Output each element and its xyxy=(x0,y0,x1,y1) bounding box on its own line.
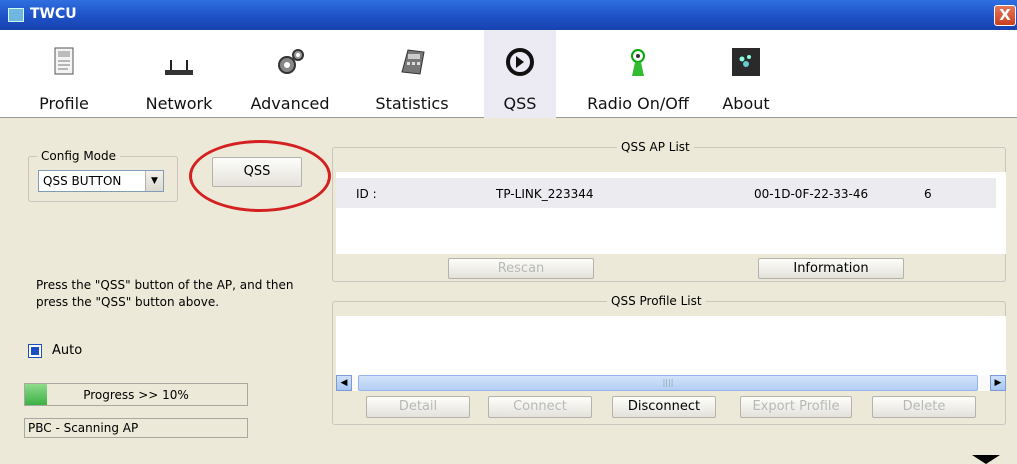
close-button[interactable]: X xyxy=(994,5,1016,26)
disconnect-button[interactable]: Disconnect xyxy=(612,396,716,418)
information-button[interactable]: Information xyxy=(758,258,904,279)
tab-network[interactable]: Network xyxy=(134,30,224,118)
ap-bssid: 00-1D-0F-22-33-46 xyxy=(754,187,869,201)
tab-label-network: Network xyxy=(145,94,213,113)
progress-bar: Progress >> 10% xyxy=(24,383,248,406)
instruction-text: Press the "QSS" button of the AP, and th… xyxy=(36,278,294,309)
tab-qss[interactable]: QSS xyxy=(484,30,556,118)
title-bar: TWCU X xyxy=(0,0,1017,30)
advanced-icon xyxy=(278,49,304,74)
highlight-circle xyxy=(189,140,331,212)
tab-label-profile: Profile xyxy=(39,94,89,113)
chevron-down-icon[interactable]: ▼ xyxy=(145,171,163,191)
ap-ssid: TP-LINK_223344 xyxy=(496,187,594,201)
about-icon xyxy=(732,48,760,76)
profile-icon xyxy=(54,47,74,75)
tab-statistics[interactable]: Statistics xyxy=(360,30,464,118)
config-mode-value: QSS BUTTON xyxy=(43,174,122,188)
ap-id-label: ID : xyxy=(356,187,377,201)
table-row[interactable]: ID : TP-LINK_223344 00-1D-0F-22-33-46 6 xyxy=(336,178,996,208)
toolbar: Profile Network Advanced Statistics QSS xyxy=(0,30,1017,118)
radio-icon xyxy=(631,49,645,76)
auto-checkbox[interactable] xyxy=(28,344,42,358)
scroll-right-icon[interactable]: ▶ xyxy=(990,375,1006,391)
tab-label-about: About xyxy=(722,94,770,113)
scroll-thumb[interactable]: |||| xyxy=(358,375,978,391)
tab-advanced[interactable]: Advanced xyxy=(238,30,342,118)
detail-button[interactable]: Detail xyxy=(366,396,470,418)
config-mode-legend: Config Mode xyxy=(37,149,121,163)
export-profile-button[interactable]: Export Profile xyxy=(740,396,852,418)
rescan-button[interactable]: Rescan xyxy=(448,258,594,279)
scroll-left-icon[interactable]: ◀ xyxy=(336,375,352,391)
ap-channel: 6 xyxy=(924,187,932,201)
qss-icon xyxy=(506,48,534,76)
tab-profile[interactable]: Profile xyxy=(24,30,104,118)
horizontal-scrollbar[interactable]: ◀ |||| ▶ xyxy=(336,375,1006,391)
statistics-icon xyxy=(401,49,425,75)
tab-label-statistics: Statistics xyxy=(375,94,449,113)
qss-profile-listbox[interactable] xyxy=(336,316,1006,375)
qss-ap-list-legend: QSS AP List xyxy=(617,140,694,154)
tab-radio-on-off[interactable]: Radio On/Off xyxy=(578,30,698,118)
status-text: PBC - Scanning AP xyxy=(24,418,248,438)
tab-label-radio: Radio On/Off xyxy=(587,94,689,113)
window-title: TWCU xyxy=(30,6,77,22)
connect-button[interactable]: Connect xyxy=(488,396,592,418)
qss-profile-list-legend: QSS Profile List xyxy=(607,294,706,308)
app-icon xyxy=(8,8,24,22)
network-icon xyxy=(165,60,193,75)
config-mode-select[interactable]: QSS BUTTON ▼ xyxy=(38,170,164,192)
progress-text: Progress >> 10% xyxy=(83,388,189,402)
delete-button[interactable]: Delete xyxy=(872,396,976,418)
tab-about[interactable]: About xyxy=(716,30,776,118)
tab-label-advanced: Advanced xyxy=(250,94,330,113)
tab-label-qss: QSS xyxy=(503,94,537,113)
expand-down-icon[interactable] xyxy=(972,455,1000,464)
auto-label: Auto xyxy=(52,343,83,358)
